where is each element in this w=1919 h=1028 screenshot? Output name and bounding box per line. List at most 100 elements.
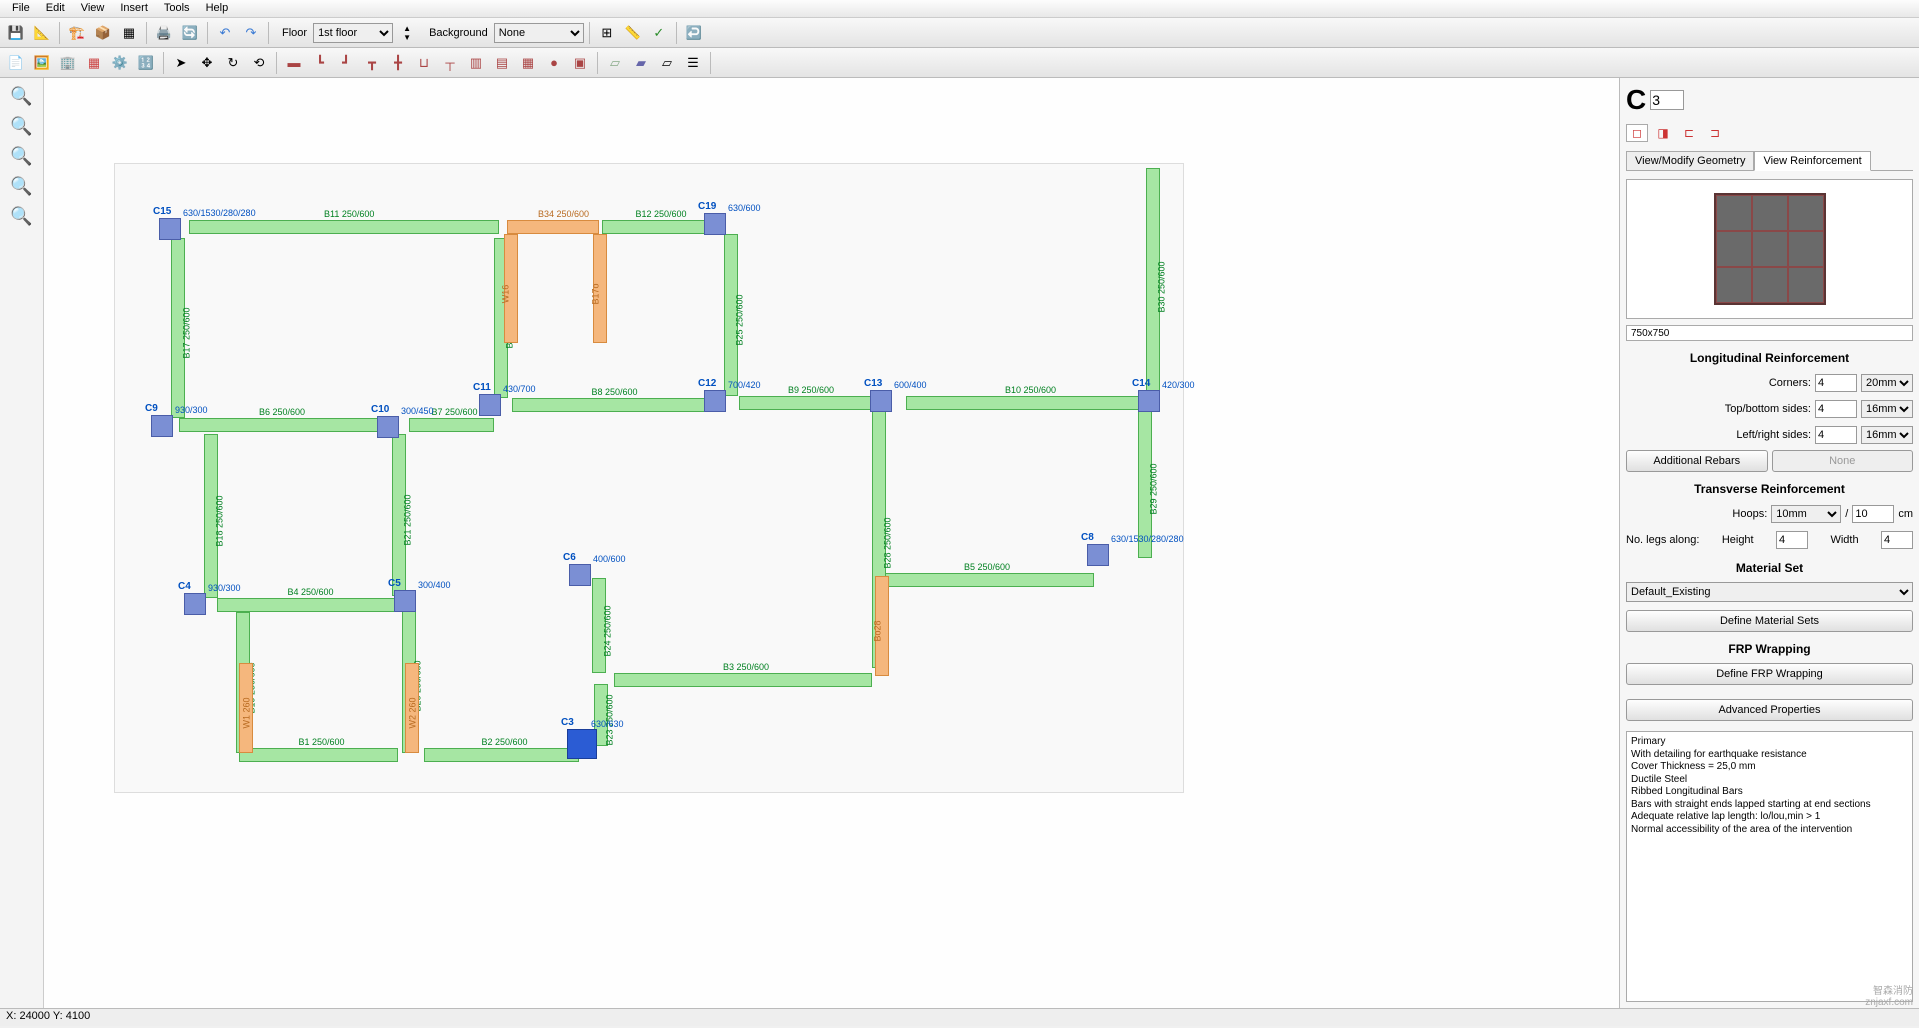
- col-z2-icon[interactable]: ▤: [490, 51, 514, 75]
- menu-bar: File Edit View Insert Tools Help: [0, 0, 1919, 18]
- refresh-icon[interactable]: 🔄: [178, 21, 202, 45]
- rotate-icon[interactable]: ↻: [221, 51, 245, 75]
- element-id-input[interactable]: [1650, 90, 1684, 110]
- lr-input[interactable]: [1815, 426, 1857, 444]
- print-icon[interactable]: 🖨️: [152, 21, 176, 45]
- legs-height[interactable]: [1776, 531, 1808, 549]
- dims-icon[interactable]: 📏: [621, 21, 645, 45]
- col-poly-icon[interactable]: ▣: [568, 51, 592, 75]
- jacket-1-icon[interactable]: ◨: [1652, 124, 1674, 142]
- hoops-label: Hoops:: [1732, 508, 1767, 520]
- define-materials-button[interactable]: Define Material Sets: [1626, 610, 1913, 632]
- check-icon[interactable]: ✓: [647, 21, 671, 45]
- plan-canvas[interactable]: B11 250/600B12 250/600B6 250/600B7 250/6…: [44, 78, 1619, 1008]
- notes-box: PrimaryWith detailing for earthquake res…: [1626, 731, 1913, 1002]
- col-t2-icon[interactable]: ┬: [438, 51, 462, 75]
- tb-input[interactable]: [1815, 400, 1857, 418]
- export-dwg-icon[interactable]: 📐: [30, 21, 54, 45]
- jacket-none-icon[interactable]: ◻: [1626, 124, 1648, 142]
- bg-select[interactable]: None: [494, 23, 584, 43]
- box-icon[interactable]: 📦: [91, 21, 115, 45]
- snap-icon[interactable]: ⊞: [595, 21, 619, 45]
- none-button: None: [1772, 450, 1914, 472]
- zoom-extents-icon[interactable]: 🔍: [8, 174, 36, 198]
- corners-label: Corners:: [1769, 377, 1811, 389]
- section-preview: [1626, 179, 1913, 319]
- new-building-icon[interactable]: 🏗️: [65, 21, 89, 45]
- menu-help[interactable]: Help: [198, 0, 237, 17]
- col-circ-icon[interactable]: ●: [542, 51, 566, 75]
- additional-rebars-button[interactable]: Additional Rebars: [1626, 450, 1768, 472]
- mirror-icon[interactable]: ⟲: [247, 51, 271, 75]
- material-select[interactable]: Default_Existing: [1626, 582, 1913, 602]
- lr-label: Left/right sides:: [1736, 429, 1811, 441]
- hoops-dia[interactable]: 10mm: [1771, 505, 1841, 523]
- jacket-3-icon[interactable]: ⊐: [1704, 124, 1726, 142]
- col-t-icon[interactable]: ┳: [360, 51, 384, 75]
- toolbar-insert: 📄 🖼️ 🏢 ▦ ⚙️ 🔢 ➤ ✥ ↻ ⟲ ▬ ┗ ┛ ┳ ╋ ⊔ ┬ ▥ ▤ …: [0, 48, 1919, 78]
- zoom-out-icon[interactable]: 🔍: [8, 114, 36, 138]
- jacket-2-icon[interactable]: ⊏: [1678, 124, 1700, 142]
- col-z3-icon[interactable]: ▦: [516, 51, 540, 75]
- menu-edit[interactable]: Edit: [38, 0, 73, 17]
- slab3-icon[interactable]: ▱: [655, 51, 679, 75]
- width-label: Width: [1830, 534, 1858, 546]
- calc-icon[interactable]: 🔢: [134, 51, 158, 75]
- height-label: Height: [1722, 534, 1754, 546]
- legs-width[interactable]: [1881, 531, 1913, 549]
- bg-label: Background: [429, 27, 488, 39]
- hoops-spacing[interactable]: [1852, 505, 1894, 523]
- zoom-prev-icon[interactable]: 🔍: [8, 204, 36, 228]
- slab1-icon[interactable]: ▱: [603, 51, 627, 75]
- gear-icon[interactable]: ⚙️: [108, 51, 132, 75]
- slab2-icon[interactable]: ▰: [629, 51, 653, 75]
- tab-reinforcement[interactable]: View Reinforcement: [1754, 151, 1870, 171]
- menu-file[interactable]: File: [4, 0, 38, 17]
- menu-view[interactable]: View: [73, 0, 113, 17]
- building-icon[interactable]: 🏢: [56, 51, 80, 75]
- stairs-icon[interactable]: ☰: [681, 51, 705, 75]
- floor-up-icon[interactable]: ▲▼: [395, 21, 419, 45]
- col-plus-icon[interactable]: ╋: [386, 51, 410, 75]
- watermark: 智森消防znjaxf.com: [1865, 982, 1913, 1008]
- lr-dia[interactable]: 16mm: [1861, 426, 1913, 444]
- quit-icon[interactable]: ↩️: [682, 21, 706, 45]
- slash: /: [1845, 508, 1848, 520]
- corners-dia[interactable]: 20mm: [1861, 374, 1913, 392]
- advanced-props-button[interactable]: Advanced Properties: [1626, 699, 1913, 721]
- zoom-toolbar: 🔍 🔍 🔍 🔍 🔍: [0, 78, 44, 1008]
- long-title: Longitudinal Reinforcement: [1626, 351, 1913, 365]
- element-prefix: C: [1626, 84, 1646, 116]
- redgrid-icon[interactable]: ▦: [82, 51, 106, 75]
- undo-icon[interactable]: ↶: [213, 21, 237, 45]
- cm-label: cm: [1898, 508, 1913, 520]
- save-icon[interactable]: 💾: [4, 21, 28, 45]
- define-frp-button[interactable]: Define FRP Wrapping: [1626, 663, 1913, 685]
- move-icon[interactable]: ✥: [195, 51, 219, 75]
- floor-label: Floor: [282, 27, 307, 39]
- zoom-window-icon[interactable]: 🔍: [8, 144, 36, 168]
- col-z-icon[interactable]: ▥: [464, 51, 488, 75]
- menu-tools[interactable]: Tools: [156, 0, 198, 17]
- properties-panel: C ◻ ◨ ⊏ ⊐ View/Modify Geometry View Rein…: [1619, 78, 1919, 1008]
- status-bar: X: 24000 Y: 4100: [0, 1008, 1919, 1026]
- dwg-icon[interactable]: 📄: [4, 51, 28, 75]
- tb-label: Top/bottom sides:: [1725, 403, 1811, 415]
- redo-icon[interactable]: ↷: [239, 21, 263, 45]
- jacket-type-row: ◻ ◨ ⊏ ⊐: [1626, 124, 1913, 142]
- col-u-icon[interactable]: ⊔: [412, 51, 436, 75]
- legs-label: No. legs along:: [1626, 534, 1699, 546]
- tb-dia[interactable]: 16mm: [1861, 400, 1913, 418]
- tab-geometry[interactable]: View/Modify Geometry: [1626, 151, 1754, 171]
- pointer-icon[interactable]: ➤: [169, 51, 193, 75]
- menu-insert[interactable]: Insert: [112, 0, 156, 17]
- zoom-in-icon[interactable]: 🔍: [8, 84, 36, 108]
- col-l2-icon[interactable]: ┛: [334, 51, 358, 75]
- corners-input[interactable]: [1815, 374, 1857, 392]
- col-rect-icon[interactable]: ▬: [282, 51, 306, 75]
- pic-icon[interactable]: 🖼️: [30, 51, 54, 75]
- floor-select[interactable]: 1st floor: [313, 23, 393, 43]
- grid-icon[interactable]: ▦: [117, 21, 141, 45]
- frp-title: FRP Wrapping: [1626, 642, 1913, 656]
- col-l-icon[interactable]: ┗: [308, 51, 332, 75]
